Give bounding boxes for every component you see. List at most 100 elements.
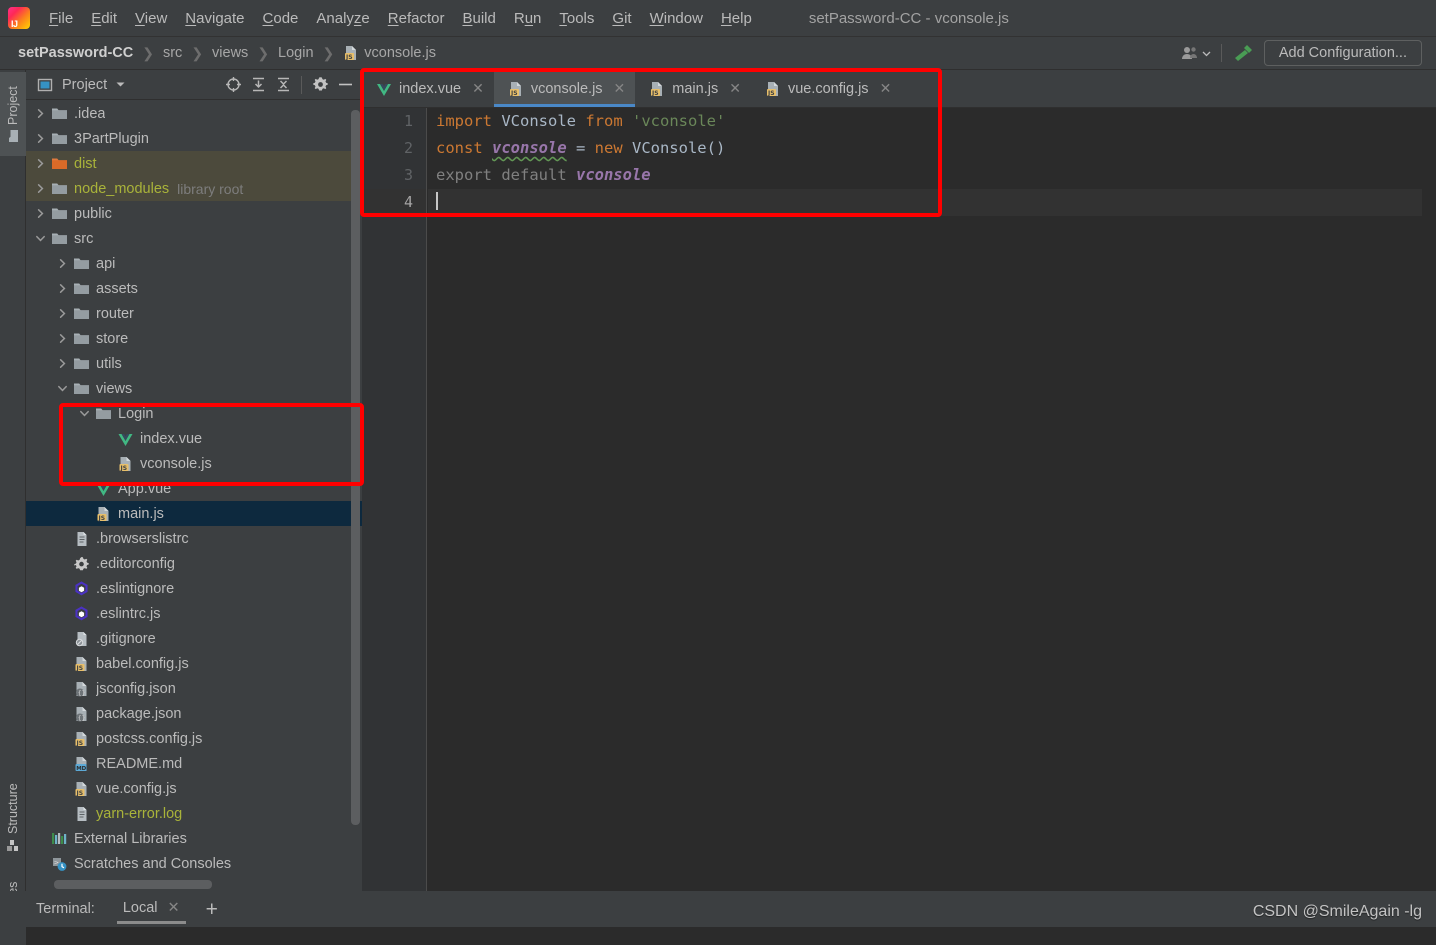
chevron-right-icon[interactable] [34,182,47,195]
chevron-right-icon[interactable] [56,332,69,345]
tree-row[interactable]: assets [26,276,362,301]
menu-item-edit[interactable]: Edit [82,8,126,29]
tree-row[interactable]: dist [26,151,362,176]
terminal-tab-local[interactable]: Local ✕ [117,894,186,924]
menu-item-code[interactable]: Code [254,8,308,29]
tree-row[interactable]: .gitignore [26,626,362,651]
tree-row[interactable]: JSpostcss.config.js [26,726,362,751]
expand-all-icon[interactable] [247,74,269,96]
menu-item-analyze[interactable]: Analyze [307,8,378,29]
project-tree-horizontal-scrollbar[interactable] [54,880,384,889]
tree-row[interactable]: .eslintignore [26,576,362,601]
tree-row[interactable]: node_moduleslibrary root [26,176,362,201]
chevron-right-icon[interactable] [34,157,47,170]
menu-item-window[interactable]: Window [641,8,712,29]
tree-row[interactable]: .eslintrc.js [26,601,362,626]
add-configuration-button[interactable]: Add Configuration... [1264,40,1422,66]
menu-item-build[interactable]: Build [453,8,504,29]
tree-row[interactable]: store [26,326,362,351]
tree-row[interactable]: views [26,376,362,401]
tree-row[interactable]: {}jsconfig.json [26,676,362,701]
menu-item-run[interactable]: Run [505,8,551,29]
chevron-down-icon[interactable] [78,407,91,420]
breadcrumb-item-src[interactable]: src [163,45,182,61]
tree-row[interactable]: 3PartPlugin [26,126,362,151]
tree-row[interactable]: index.vue [26,426,362,451]
project-tree-vertical-scrollbar[interactable] [351,110,360,945]
tree-row[interactable]: External Libraries [26,826,362,851]
close-icon[interactable]: ✕ [729,80,741,97]
project-file-tree[interactable]: .idea3PartPlugindistnode_moduleslibrary … [26,101,362,891]
editor-tab-main-js[interactable]: JS main.js ✕ [635,70,751,107]
tree-row[interactable]: JSvue.config.js [26,776,362,801]
chevron-right-icon[interactable] [34,107,47,120]
tree-row[interactable]: .browserslistrc [26,526,362,551]
tree-row[interactable]: api [26,251,362,276]
tree-row[interactable]: src [26,226,362,251]
tree-row[interactable]: {}package.json [26,701,362,726]
menu-item-navigate[interactable]: Navigate [176,8,253,29]
tree-row[interactable]: yarn-error.log [26,801,362,826]
menu-item-refactor[interactable]: Refactor [379,8,454,29]
folder-icon [73,381,90,396]
settings-gear-icon[interactable] [309,74,331,96]
menu-item-help[interactable]: Help [712,8,761,29]
chevron-right-icon[interactable] [56,257,69,270]
chevron-right-icon[interactable] [56,282,69,295]
breadcrumb-item-project[interactable]: setPassword-CC [18,45,133,61]
scroll-from-source-icon[interactable] [222,74,244,96]
tree-row[interactable]: App.vue [26,476,362,501]
hammer-icon[interactable] [1232,43,1254,63]
tool-window-tab-project[interactable]: Project [0,72,26,156]
tree-row[interactable]: >_Scratches and Consoles [26,851,362,876]
tree-row[interactable]: router [26,301,362,326]
menu-item-git[interactable]: Git [603,8,640,29]
editor-tab-index-vue[interactable]: index.vue ✕ [362,70,494,107]
tool-window-tab-structure[interactable]: Structure [0,770,26,865]
tree-row[interactable]: JSmain.js [26,501,362,526]
user-icon[interactable] [1181,45,1211,61]
editor-tab-vue-config-js[interactable]: JS vue.config.js ✕ [751,70,901,107]
code-line[interactable]: const vconsole = new VConsole() [428,135,1436,162]
code-editor[interactable]: 1 2 3 4 import VConsole from 'vconsole'c… [362,108,1436,891]
tree-row[interactable]: JSvconsole.js [26,451,362,476]
code-content[interactable]: import VConsole from 'vconsole'const vco… [428,108,1436,891]
breadcrumb-item-views[interactable]: views [212,45,248,61]
chevron-down-icon[interactable] [56,382,69,395]
menu-item-file[interactable]: File [40,8,82,29]
tree-row[interactable]: .idea [26,101,362,126]
close-icon[interactable]: ✕ [614,80,626,97]
breadcrumb-item-login[interactable]: Login [278,45,313,61]
chevron-down-icon[interactable] [115,79,126,90]
code-line[interactable]: export default vconsole [428,162,1436,189]
line-number-gutter[interactable]: 1 2 3 4 [362,108,427,891]
menu-item-tools[interactable]: Tools [550,8,603,29]
editor-vertical-scrollbar[interactable] [1422,146,1436,891]
tree-row[interactable]: public [26,201,362,226]
tree-row[interactable]: utils [26,351,362,376]
tree-row[interactable]: JSbabel.config.js [26,651,362,676]
code-line[interactable] [428,189,1436,216]
chevron-down-icon[interactable] [34,232,47,245]
scrollbar-thumb[interactable] [351,110,360,825]
collapse-all-icon[interactable] [272,74,294,96]
close-icon[interactable]: ✕ [472,80,484,97]
close-icon[interactable]: ✕ [880,80,892,97]
menu-bar: File Edit View Navigate Code Analyze Ref… [0,0,1436,37]
terminal-output[interactable] [26,927,1436,945]
tree-row[interactable]: MDREADME.md [26,751,362,776]
chevron-right-icon[interactable] [56,357,69,370]
tree-row[interactable]: Login [26,401,362,426]
chevron-right-icon[interactable] [56,307,69,320]
tree-row[interactable]: .editorconfig [26,551,362,576]
scrollbar-thumb[interactable] [54,880,212,889]
hide-panel-icon[interactable] [334,74,356,96]
code-line[interactable]: import VConsole from 'vconsole' [428,108,1436,135]
editor-tab-vconsole-js[interactable]: JS vconsole.js ✕ [494,70,635,107]
chevron-right-icon[interactable] [34,132,47,145]
plus-icon[interactable]: + [206,899,218,920]
breadcrumb-item-file[interactable]: vconsole.js [364,45,436,61]
chevron-right-icon[interactable] [34,207,47,220]
menu-item-view[interactable]: View [126,8,176,29]
close-icon[interactable]: ✕ [168,900,180,916]
